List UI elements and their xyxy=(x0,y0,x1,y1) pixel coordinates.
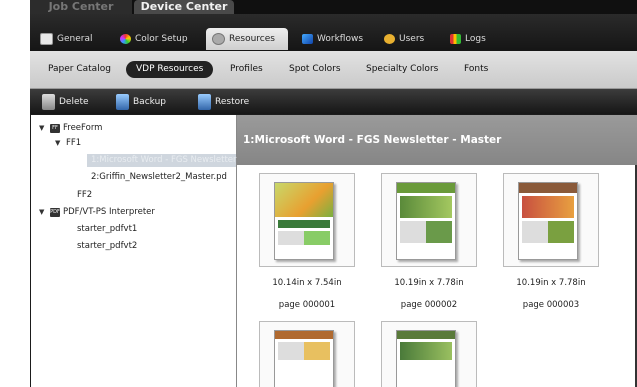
thumbnail-size: 10.14in x 7.54in xyxy=(272,278,342,288)
trash-icon xyxy=(42,93,55,110)
subtab-spot-colors[interactable]: Spot Colors xyxy=(289,61,341,78)
tab-users[interactable]: Users xyxy=(378,28,438,50)
tab-color-setup-label: Color Setup xyxy=(135,34,188,44)
tab-resources-label: Resources xyxy=(229,34,275,44)
backup-icon xyxy=(116,93,129,110)
toolbar: Delete Backup Restore xyxy=(30,89,637,114)
thumbnail-page: page 000001 xyxy=(278,300,336,310)
page-thumbnail[interactable] xyxy=(381,173,477,267)
page-thumbnail[interactable] xyxy=(259,321,355,387)
restore-button[interactable]: Restore xyxy=(198,92,249,111)
page-preview-image xyxy=(274,330,334,387)
gear-icon xyxy=(212,33,225,45)
expand-arrow-icon: ▼ xyxy=(55,139,61,147)
thumbnail-page: page 000003 xyxy=(522,300,580,310)
tree-node-pdf-interpreter[interactable]: ▼ PDF PDF/VT-PS Interpreter xyxy=(39,206,155,219)
tree-label: 1:Microsoft Word - FGS Newsletter xyxy=(91,155,237,165)
subtab-profiles[interactable]: Profiles xyxy=(230,61,263,78)
page-preview-image xyxy=(396,330,456,387)
printer-icon xyxy=(40,33,53,45)
page-thumbnail[interactable] xyxy=(259,173,355,267)
tab-users-label: Users xyxy=(399,34,425,44)
tree-node-ff1-item2[interactable]: 2:Griffin_Newsletter2_Master.pd xyxy=(91,171,227,184)
tree-label: FreeForm xyxy=(63,123,103,133)
tree-label: starter_pdfvt2 xyxy=(77,241,138,251)
folder-icon: PDF xyxy=(50,208,60,217)
restore-icon xyxy=(198,93,211,110)
resource-tree: ▼ FF FreeForm ▼ FF1 1:Microsoft Word - F… xyxy=(31,115,237,387)
tree-label: FF2 xyxy=(77,190,93,200)
tree-node-starter2[interactable]: starter_pdfvt2 xyxy=(77,240,137,253)
tab-workflows[interactable]: Workflows xyxy=(296,28,372,50)
page-preview-image xyxy=(518,182,578,260)
tree-label: FF1 xyxy=(66,138,82,148)
subtab-vdp-resources[interactable]: VDP Resources xyxy=(126,61,214,78)
subtab-paper-catalog[interactable]: Paper Catalog xyxy=(48,61,111,78)
tree-label: starter_pdfvt1 xyxy=(77,224,138,234)
preview-panel: 1:Microsoft Word - FGS Newsletter - Mast… xyxy=(237,115,637,387)
page-preview-image xyxy=(274,182,334,260)
page-thumbnail[interactable] xyxy=(381,321,477,387)
subtab-specialty-colors[interactable]: Specialty Colors xyxy=(366,61,438,78)
main-tab-bar: General Color Setup Resources Workflows … xyxy=(30,14,637,51)
thumbnail-size: 10.19in x 7.78in xyxy=(516,278,586,288)
page-preview-image xyxy=(396,182,456,260)
expand-arrow-icon: ▼ xyxy=(39,124,45,132)
panel-title: 1:Microsoft Word - FGS Newsletter - Mast… xyxy=(237,115,637,165)
tree-node-ff2[interactable]: FF2 xyxy=(77,189,92,202)
workflow-arrow-icon xyxy=(302,34,313,44)
tab-color-setup[interactable]: Color Setup xyxy=(114,28,200,50)
tree-label: PDF/VT-PS Interpreter xyxy=(63,207,155,217)
folder-icon: FF xyxy=(50,124,60,133)
tab-logs-label: Logs xyxy=(465,34,486,44)
tab-resources[interactable]: Resources xyxy=(206,28,288,50)
thumbnail-page: page 000002 xyxy=(400,300,458,310)
tree-node-ff1[interactable]: ▼ FF1 xyxy=(55,137,81,150)
thumbnail-size: 10.19in x 7.78in xyxy=(394,278,464,288)
backup-button[interactable]: Backup xyxy=(116,92,166,111)
color-wheel-icon xyxy=(120,34,131,44)
expand-arrow-icon: ▼ xyxy=(39,208,45,216)
backup-label: Backup xyxy=(133,96,166,107)
tree-node-freeform[interactable]: ▼ FF FreeForm xyxy=(39,122,102,135)
tab-general-label: General xyxy=(57,34,93,44)
top-tab-bar: Job Center Device Center xyxy=(30,0,637,14)
tree-node-ff1-item1[interactable]: 1:Microsoft Word - FGS Newsletter xyxy=(87,154,237,167)
delete-button[interactable]: Delete xyxy=(42,92,89,111)
tab-job-center[interactable]: Job Center xyxy=(30,0,132,14)
tab-logs[interactable]: Logs xyxy=(444,28,496,50)
tab-general[interactable]: General xyxy=(34,28,110,50)
page-thumbnail[interactable] xyxy=(503,173,599,267)
bar-chart-icon xyxy=(450,34,461,44)
delete-label: Delete xyxy=(59,96,89,107)
app-window: Job Center Device Center General Color S… xyxy=(30,0,637,387)
tab-device-center[interactable]: Device Center xyxy=(134,0,234,14)
tab-workflows-label: Workflows xyxy=(317,34,364,44)
users-icon xyxy=(384,34,395,44)
tree-node-starter1[interactable]: starter_pdfvt1 xyxy=(77,223,137,236)
restore-label: Restore xyxy=(215,96,250,107)
subtab-fonts[interactable]: Fonts xyxy=(464,61,488,78)
subtab-bar: Paper Catalog VDP Resources Profiles Spo… xyxy=(30,51,637,89)
tree-label: 2:Griffin_Newsletter2_Master.pd xyxy=(91,172,227,182)
